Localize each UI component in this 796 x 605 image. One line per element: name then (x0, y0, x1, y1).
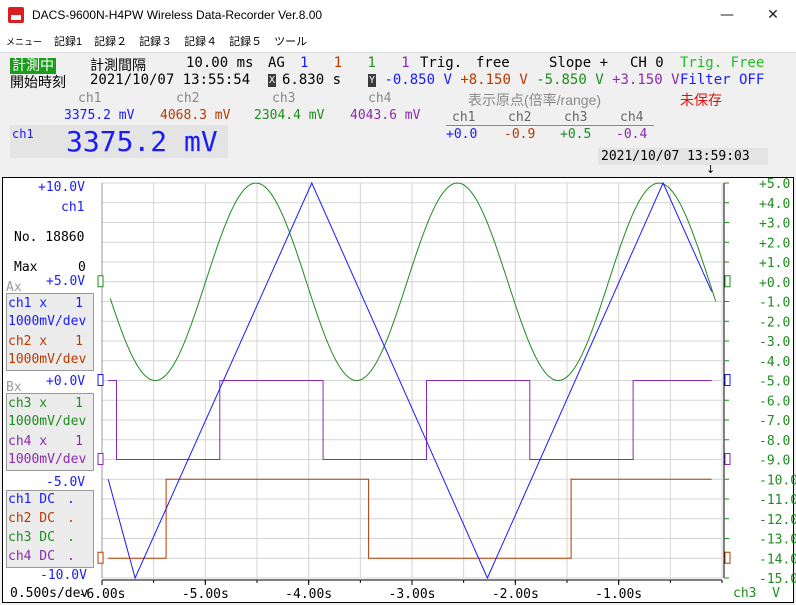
time-axis-tick-label: -5.00s (182, 587, 229, 602)
right-axis-tick-label: -13.0 (759, 533, 796, 548)
right-axis-tick-label: -10.0 (759, 473, 796, 488)
ch3-origin-marker-right (724, 275, 731, 288)
ch2-origin-marker-left (97, 551, 104, 564)
right-axis-tick-label: -5.0 (759, 375, 790, 390)
ch4-origin-marker-left (97, 453, 104, 465)
right-axis-tick-label: -1.0 (759, 296, 790, 311)
right-axis-tick-label: -14.0 (759, 552, 796, 567)
axis-channel-indicator[interactable]: ch3 V (733, 586, 780, 601)
time-axis-tick-label: -2.00s (492, 587, 539, 602)
right-axis-tick-label: -11.0 (759, 493, 796, 508)
right-axis-tick-label: -4.0 (759, 355, 790, 370)
time-per-division[interactable]: 0.500s/dev (10, 586, 88, 601)
right-axis-tick-label: -7.0 (759, 414, 790, 429)
right-axis-tick-label: -9.0 (759, 454, 790, 469)
right-axis-tick-label: +5.0 (759, 177, 790, 192)
ch2-origin-marker-right (724, 551, 731, 564)
right-axis-tick-label: -12.0 (759, 513, 796, 528)
waveform-plot[interactable]: +5.0 +4.0 +3.0 +2.0 +1.0 +0.0 -1.0 -2.0 -3.0 -4.0… (0, 0, 796, 605)
ch4-origin-marker-right (724, 453, 731, 465)
right-axis-tick-label: +4.0 (759, 197, 790, 212)
ch3-origin-marker-left (97, 275, 104, 288)
right-axis-tick-label: -3.0 (759, 335, 790, 350)
ch1-origin-marker-right (724, 374, 731, 386)
right-axis-tick-label: -8.0 (759, 434, 790, 449)
right-axis-tick-label: +2.0 (759, 236, 790, 251)
right-axis-tick-label: -15.0 (759, 572, 796, 587)
right-axis-tick-label: -6.0 (759, 394, 790, 409)
right-axis-tick-label: +3.0 (759, 217, 790, 232)
right-axis-tick-label: +0.0 (759, 276, 790, 291)
right-axis-tick-label: -2.0 (759, 315, 790, 330)
time-axis-tick-label: -1.00s (595, 587, 642, 602)
time-axis-tick-label: -4.00s (285, 587, 332, 602)
right-axis-tick-label: +1.0 (759, 256, 790, 271)
ch1-origin-marker-left (97, 374, 104, 386)
time-axis-tick-label: -3.00s (389, 587, 436, 602)
